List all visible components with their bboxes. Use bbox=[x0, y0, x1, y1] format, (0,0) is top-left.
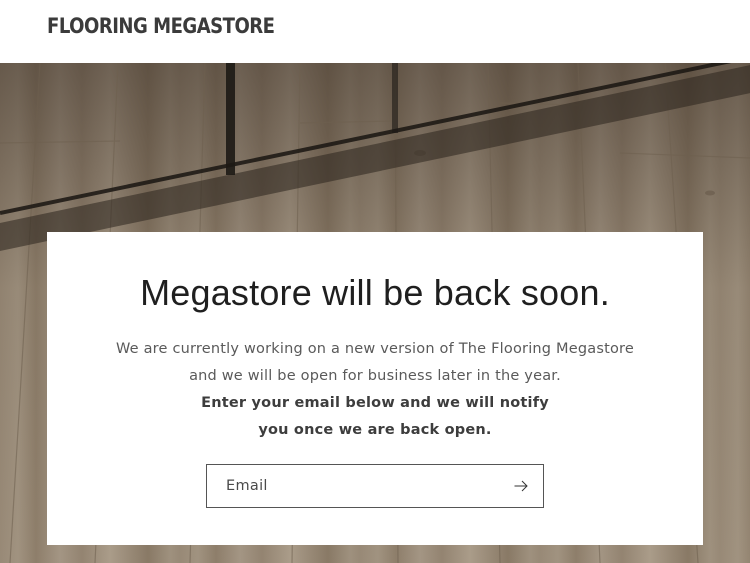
message-line-2: and we will be open for business later i… bbox=[189, 368, 561, 384]
notify-line-2: you once we are back open. bbox=[258, 422, 492, 438]
email-input[interactable] bbox=[207, 465, 497, 507]
site-header: FLOORING MEGASTORE bbox=[0, 0, 750, 63]
message-line-1: We are currently working on a new versio… bbox=[115, 341, 635, 357]
hero-background: Megastore will be back soon. We are curr… bbox=[0, 63, 750, 563]
newsletter-form bbox=[206, 464, 544, 508]
subscribe-button[interactable] bbox=[499, 465, 543, 507]
coming-soon-card: Megastore will be back soon. We are curr… bbox=[47, 232, 703, 545]
site-logo[interactable]: FLOORING MEGASTORE bbox=[47, 14, 275, 38]
notify-line-1: Enter your email below and we will notif… bbox=[201, 395, 549, 411]
arrow-right-icon bbox=[514, 480, 528, 492]
page-title: Megastore will be back soon. bbox=[140, 272, 610, 313]
